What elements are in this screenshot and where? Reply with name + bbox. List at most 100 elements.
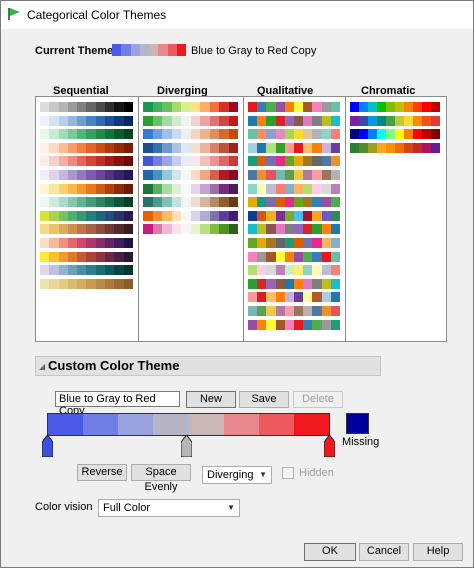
theme-swatch-color xyxy=(257,170,267,180)
theme-swatch-color xyxy=(49,278,59,289)
custom-theme-section-header[interactable]: ◢ Custom Color Theme xyxy=(35,356,381,376)
theme-swatch-row[interactable] xyxy=(248,142,341,153)
theme-swatch-row[interactable] xyxy=(40,129,133,140)
theme-swatch-row[interactable] xyxy=(248,170,341,180)
theme-swatch-row[interactable] xyxy=(350,142,440,153)
theme-swatch-row[interactable] xyxy=(40,156,133,167)
theme-swatch-row[interactable] xyxy=(248,265,341,276)
theme-swatch-row[interactable] xyxy=(143,142,238,153)
theme-swatch-row[interactable] xyxy=(40,265,133,276)
theme-swatch-color xyxy=(294,129,304,140)
theme-swatch-color xyxy=(200,102,210,112)
theme-swatch-row[interactable] xyxy=(248,156,341,167)
theme-swatch-row[interactable] xyxy=(40,210,133,221)
theme-swatch-row[interactable] xyxy=(248,129,341,140)
theme-name-input[interactable]: Blue to Gray to Red Copy xyxy=(55,391,180,417)
collapse-triangle-icon[interactable]: ◢ xyxy=(39,362,45,371)
theme-swatch-row[interactable] xyxy=(350,115,440,126)
theme-swatch-color xyxy=(162,183,172,194)
theme-swatch-row[interactable] xyxy=(143,183,238,194)
theme-swatch-row[interactable] xyxy=(143,102,238,112)
gradient-handle-middle[interactable] xyxy=(181,435,192,457)
ok-button[interactable]: OK xyxy=(304,543,356,561)
theme-swatch-color xyxy=(49,197,59,208)
theme-swatch-color xyxy=(294,278,304,289)
theme-swatch-color xyxy=(190,102,200,112)
theme-swatch-row[interactable] xyxy=(248,292,341,303)
theme-swatch-color xyxy=(86,129,96,140)
gradient-handle-right[interactable] xyxy=(324,435,335,457)
theme-swatch-row[interactable] xyxy=(40,102,133,112)
gradient-segment xyxy=(153,414,189,435)
hidden-label: Hidden xyxy=(299,467,334,479)
theme-swatch-row[interactable] xyxy=(143,197,238,208)
theme-swatch-color xyxy=(58,224,68,235)
theme-swatch-row[interactable] xyxy=(143,115,238,126)
theme-swatch-color xyxy=(181,129,191,140)
space-evenly-button[interactable]: Space Evenly xyxy=(131,464,191,493)
theme-swatch-row[interactable] xyxy=(248,224,341,235)
theme-swatch-row[interactable] xyxy=(248,278,341,289)
help-button[interactable]: Help xyxy=(413,543,463,561)
theme-swatch-color xyxy=(257,142,267,153)
theme-swatch-color xyxy=(248,224,258,235)
theme-type-select[interactable]: Diverging ▼ xyxy=(202,466,272,484)
theme-swatch-color xyxy=(294,251,304,262)
theme-swatch-row[interactable] xyxy=(248,183,341,194)
theme-swatch-color xyxy=(312,183,322,194)
save-button[interactable]: Save xyxy=(239,391,289,408)
theme-swatch-row[interactable] xyxy=(248,319,341,330)
reverse-button[interactable]: Reverse xyxy=(77,464,127,481)
theme-swatch-color xyxy=(321,251,331,262)
theme-swatch-color xyxy=(49,115,59,126)
theme-swatch-color xyxy=(171,115,181,126)
theme-swatch-row[interactable] xyxy=(40,278,133,289)
theme-swatch-color xyxy=(162,102,172,112)
theme-swatch-row[interactable] xyxy=(248,210,341,221)
color-vision-select[interactable]: Full Color ▼ xyxy=(98,499,240,517)
theme-swatch-color xyxy=(266,319,276,330)
cancel-button[interactable]: Cancel xyxy=(359,543,409,561)
theme-swatch-color xyxy=(248,183,258,194)
theme-swatch-row[interactable] xyxy=(143,129,238,140)
theme-swatch-row[interactable] xyxy=(350,102,440,112)
theme-swatch-row[interactable] xyxy=(40,170,133,180)
theme-swatch-color xyxy=(330,278,341,289)
theme-swatch-row[interactable] xyxy=(248,197,341,208)
theme-swatch-color xyxy=(114,115,124,126)
missing-color-swatch[interactable] xyxy=(346,413,369,434)
theme-swatch-row[interactable] xyxy=(40,115,133,126)
theme-swatch-row[interactable] xyxy=(40,251,133,262)
theme-swatch-row[interactable] xyxy=(248,102,341,112)
theme-swatch-row[interactable] xyxy=(143,156,238,167)
theme-swatch-row[interactable] xyxy=(40,238,133,248)
theme-swatch-row[interactable] xyxy=(40,197,133,208)
theme-swatch-row[interactable] xyxy=(40,224,133,235)
theme-swatch-row[interactable] xyxy=(248,238,341,248)
theme-swatch-row[interactable] xyxy=(40,142,133,153)
theme-swatch-color xyxy=(77,170,87,180)
theme-swatch-color xyxy=(284,170,295,180)
gradient-handle-left[interactable] xyxy=(42,435,53,457)
theme-swatch-row[interactable] xyxy=(350,129,440,140)
theme-swatch-row[interactable] xyxy=(40,183,133,194)
theme-swatch-row[interactable] xyxy=(143,210,238,221)
theme-swatch-color xyxy=(248,278,258,289)
window-title: Categorical Color Themes xyxy=(27,8,167,22)
theme-swatch-color xyxy=(171,102,181,112)
theme-swatch-row[interactable] xyxy=(248,251,341,262)
theme-swatch-color xyxy=(181,170,191,180)
theme-swatch-row[interactable] xyxy=(143,170,238,180)
theme-swatch-color xyxy=(321,102,331,112)
theme-swatch-row[interactable] xyxy=(248,306,341,316)
gradient-editor-bar[interactable] xyxy=(47,413,330,436)
theme-swatch-color xyxy=(58,170,68,180)
theme-swatch-row[interactable] xyxy=(248,115,341,126)
theme-swatch-color xyxy=(58,156,68,167)
theme-swatch-color xyxy=(275,102,285,112)
theme-swatch-color xyxy=(248,129,258,140)
theme-swatch-row[interactable] xyxy=(143,224,238,235)
theme-swatch-color xyxy=(330,170,341,180)
theme-swatch-color xyxy=(266,278,276,289)
new-button[interactable]: New xyxy=(186,391,236,408)
